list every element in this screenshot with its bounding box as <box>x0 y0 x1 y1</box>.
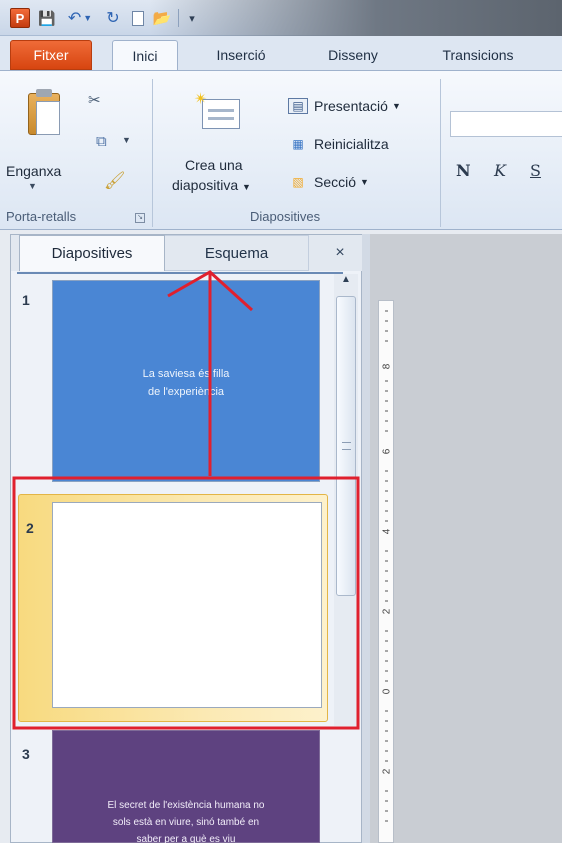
slide-3-text-line2: sols està en viure, sinó també en <box>112 817 260 828</box>
copy-dropdown-icon[interactable]: ▼ <box>122 135 131 145</box>
tab-inici[interactable]: Inici <box>112 40 178 70</box>
new-slide-icon[interactable]: ✴ <box>194 91 240 129</box>
vertical-ruler: 8 6 4 2 0 2 <box>378 300 394 843</box>
ruler-label: 6 <box>381 448 393 455</box>
section-icon: ▧ <box>292 175 304 189</box>
group-separator <box>440 79 441 227</box>
paste-button-label[interactable]: Enganxa <box>6 163 61 179</box>
slide-1-text-line1: La saviesa és filla <box>142 368 230 380</box>
slide-1-text: La saviesa és filla de l'experiència <box>53 365 319 401</box>
pane-splitter[interactable] <box>362 234 370 843</box>
customize-toolbar-icon[interactable]: ▾ <box>186 8 198 28</box>
tab-esquema[interactable]: Esquema <box>165 235 309 271</box>
layout-button[interactable]: ▤ Presentació ▼ <box>288 95 401 117</box>
redo-icon[interactable]: ↻ <box>104 8 122 28</box>
slide-3-text: El secret de l'existència humana no sols… <box>53 797 319 843</box>
close-pane-icon[interactable]: × <box>327 235 353 271</box>
layout-dropdown-icon: ▼ <box>391 101 401 111</box>
cut-icon[interactable]: ✂ <box>88 91 101 109</box>
clipboard-group-label: Porta-retalls <box>6 209 77 224</box>
slide-number: 3 <box>22 746 30 762</box>
ruler-label: 8 <box>381 363 393 370</box>
reset-button[interactable]: ▦ Reinicialitza <box>288 133 389 155</box>
scroll-grip-icon <box>342 442 351 450</box>
paste-dropdown-icon[interactable]: ▼ <box>28 181 37 191</box>
slide-1-text-line2: de l'experiència <box>147 386 225 398</box>
scroll-up-icon[interactable]: ▲ <box>334 274 358 292</box>
new-slide-label-line2[interactable]: diapositiva ▼ <box>172 177 251 193</box>
section-button[interactable]: ▧ Secció ▼ <box>288 171 369 193</box>
ruler-ticks <box>385 310 388 822</box>
font-name-field[interactable] <box>450 111 562 137</box>
save-icon[interactable]: 💾 <box>38 8 56 28</box>
tab-transicions[interactable]: Transicions <box>418 40 538 70</box>
new-slide-dropdown-icon[interactable]: ▼ <box>242 182 251 192</box>
ruler-label: 2 <box>381 768 393 775</box>
undo-icon[interactable]: ↶ ▼ <box>66 8 94 28</box>
group-separator <box>152 79 153 227</box>
slide-editing-area[interactable] <box>370 234 562 843</box>
slide-number: 1 <box>22 292 30 308</box>
slide-thumbnail-2[interactable] <box>52 502 322 708</box>
paste-icon[interactable] <box>24 87 66 139</box>
reset-label: Reinicialitza <box>314 136 389 152</box>
slide-3-text-line3: saber per a què es viu <box>136 834 236 843</box>
new-icon[interactable] <box>130 8 146 28</box>
bold-button[interactable]: N <box>456 161 471 180</box>
format-painter-icon[interactable]: 🖌 <box>104 171 126 191</box>
pane-scrollbar[interactable]: ▲ <box>334 274 358 726</box>
layout-label: Presentació <box>314 98 388 114</box>
ruler-label: 0 <box>381 688 393 695</box>
copy-icon[interactable]: ⧉ <box>96 133 107 150</box>
slide-thumbnail-1[interactable]: La saviesa és filla de l'experiència <box>52 280 320 482</box>
qat-separator <box>178 9 179 27</box>
powerpoint-logo-icon[interactable]: P <box>10 8 30 28</box>
ribbon: Enganxa ▼ ✂ ⧉ ▼ 🖌 Porta-retalls ↘ ✴ Crea… <box>0 70 562 230</box>
ribbon-tabs: Fitxer Inici Inserció Disseny Transicion… <box>0 36 562 70</box>
tab-insercio[interactable]: Inserció <box>196 40 286 70</box>
clipboard-launcher-icon[interactable]: ↘ <box>135 213 145 223</box>
pane-tabs: Diapositives Esquema × <box>11 235 363 271</box>
tab-disseny[interactable]: Disseny <box>310 40 396 70</box>
reset-icon: ▦ <box>292 137 304 151</box>
slides-group-label: Diapositives <box>250 209 321 224</box>
pane-tab-underline <box>17 272 343 274</box>
slide-3-text-line1: El secret de l'existència humana no <box>107 800 265 811</box>
title-bar-fade <box>150 0 562 36</box>
ruler-label: 2 <box>381 608 393 615</box>
slide-number: 2 <box>26 520 34 536</box>
scroll-thumb[interactable] <box>336 296 356 596</box>
section-dropdown-icon: ▼ <box>360 177 369 187</box>
layout-icon: ▤ <box>288 98 308 114</box>
tab-diapositives[interactable]: Diapositives <box>19 235 165 271</box>
tab-fitxer[interactable]: Fitxer <box>10 40 92 70</box>
underline-button[interactable]: S <box>530 161 541 180</box>
quick-access-toolbar: P 💾 ↶ ▼ ↻ 📂 ▾ <box>0 0 562 36</box>
italic-button[interactable]: K <box>494 161 506 180</box>
ruler-label: 4 <box>381 528 393 535</box>
section-label: Secció <box>314 174 357 190</box>
slide-thumbnail-3[interactable]: El secret de l'existència humana no sols… <box>52 730 320 843</box>
new-slide-label-line1[interactable]: Crea una <box>185 157 243 173</box>
open-folder-icon[interactable]: 📂 <box>152 8 172 28</box>
